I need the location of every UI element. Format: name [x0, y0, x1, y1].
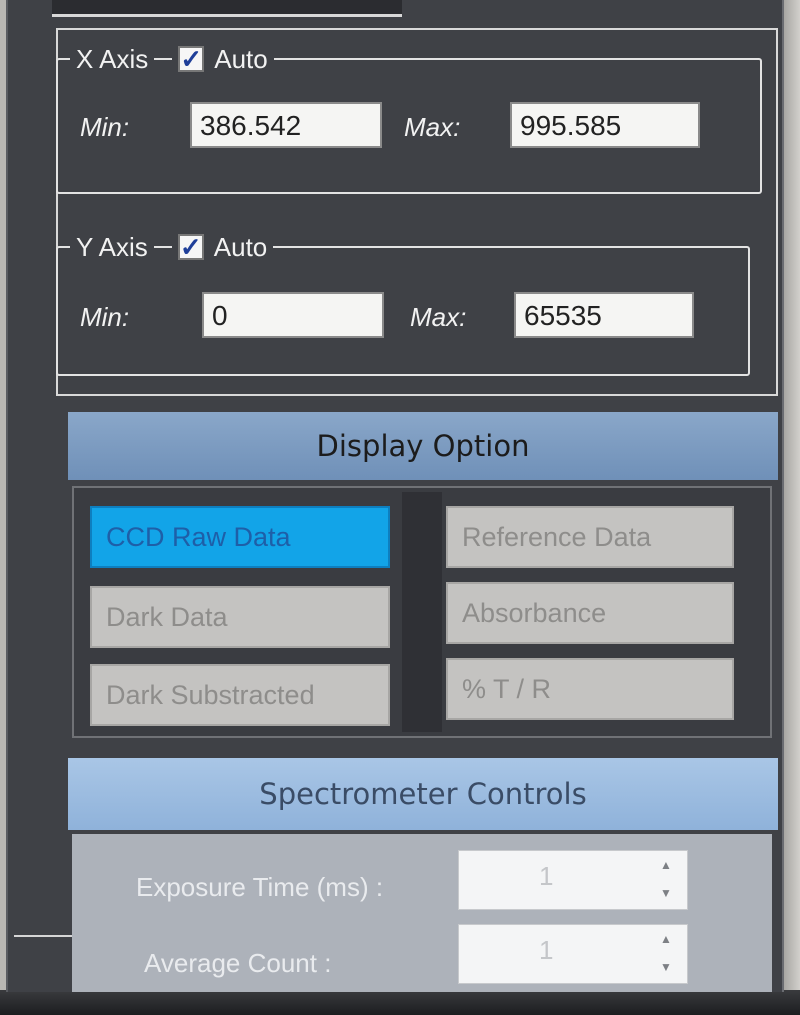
top-field-edge	[52, 0, 402, 17]
y-axis-auto-label: Auto	[213, 231, 268, 262]
y-axis-max-label: Max:	[410, 302, 467, 332]
absorbance-button[interactable]: Absorbance	[446, 582, 734, 644]
x-axis-group: X Axis ✓ Auto Min: 386.542 Max: 995.585	[56, 43, 762, 194]
spectrometer-controls-title: Spectrometer Controls	[259, 777, 587, 811]
y-axis-auto-checkbox[interactable]: ✓	[177, 232, 204, 262]
x-axis-legend: X Axis ✓ Auto	[70, 43, 274, 75]
exposure-time-spinner[interactable]: 1 ▲ ▼	[458, 850, 688, 910]
average-count-arrows[interactable]: ▲ ▼	[659, 933, 673, 973]
display-option-title: Display Option	[316, 429, 530, 463]
check-icon: ✓	[179, 232, 202, 262]
spin-down-icon[interactable]: ▼	[660, 887, 672, 899]
spectrometer-controls-body: Exposure Time (ms) : 1 ▲ ▼ Average Count…	[72, 834, 772, 992]
spin-up-icon[interactable]: ▲	[660, 859, 672, 871]
x-axis-auto-label: Auto	[214, 43, 268, 74]
exposure-time-label: Exposure Time (ms) :	[136, 872, 384, 902]
average-count-value: 1	[539, 935, 554, 965]
display-option-header: Display Option	[68, 412, 778, 480]
ccd-raw-data-button[interactable]: CCD Raw Data	[90, 506, 390, 568]
y-axis-legend: Y Axis ✓ Auto	[70, 231, 274, 263]
y-axis-max-input[interactable]: 65535	[514, 292, 694, 338]
x-axis-min-label: Min:	[80, 112, 130, 142]
y-axis-group: Y Axis ✓ Auto Min: 0 Max: 65535	[56, 231, 750, 376]
settings-panel: X Axis ✓ Auto Min: 386.542 Max: 995.585 …	[6, 0, 784, 992]
x-axis-auto-checkbox[interactable]: ✓	[178, 44, 205, 74]
average-count-spinner[interactable]: 1 ▲ ▼	[458, 924, 688, 984]
y-axis-min-input[interactable]: 0	[202, 292, 384, 338]
average-count-label: Average Count :	[144, 948, 332, 978]
exposure-time-value: 1	[539, 861, 554, 891]
dark-data-button[interactable]: Dark Data	[90, 586, 390, 648]
y-axis-min-label: Min:	[80, 302, 130, 332]
spin-up-icon[interactable]: ▲	[660, 933, 672, 945]
x-axis-max-label: Max:	[404, 112, 461, 142]
x-axis-min-input[interactable]: 386.542	[190, 102, 382, 148]
x-axis-title: X Axis	[76, 43, 149, 74]
check-icon: ✓	[180, 44, 203, 74]
legend-dash	[153, 246, 172, 248]
x-axis-max-input[interactable]: 995.585	[510, 102, 700, 148]
spin-down-icon[interactable]: ▼	[660, 961, 672, 973]
spectrometer-controls-header: Spectrometer Controls	[68, 758, 778, 830]
exposure-time-arrows[interactable]: ▲ ▼	[659, 859, 673, 899]
dark-substracted-button[interactable]: Dark Substracted	[90, 664, 390, 726]
left-panel-rule	[14, 935, 72, 937]
legend-dash	[154, 58, 173, 60]
y-axis-title: Y Axis	[76, 231, 148, 262]
percent-t-r-button[interactable]: % T / R	[446, 658, 734, 720]
button-column-divider	[402, 492, 442, 732]
display-option-buttons: CCD Raw Data Reference Data Dark Data Ab…	[72, 486, 772, 738]
monitor-bezel-bottom	[0, 990, 800, 1015]
reference-data-button[interactable]: Reference Data	[446, 506, 734, 568]
